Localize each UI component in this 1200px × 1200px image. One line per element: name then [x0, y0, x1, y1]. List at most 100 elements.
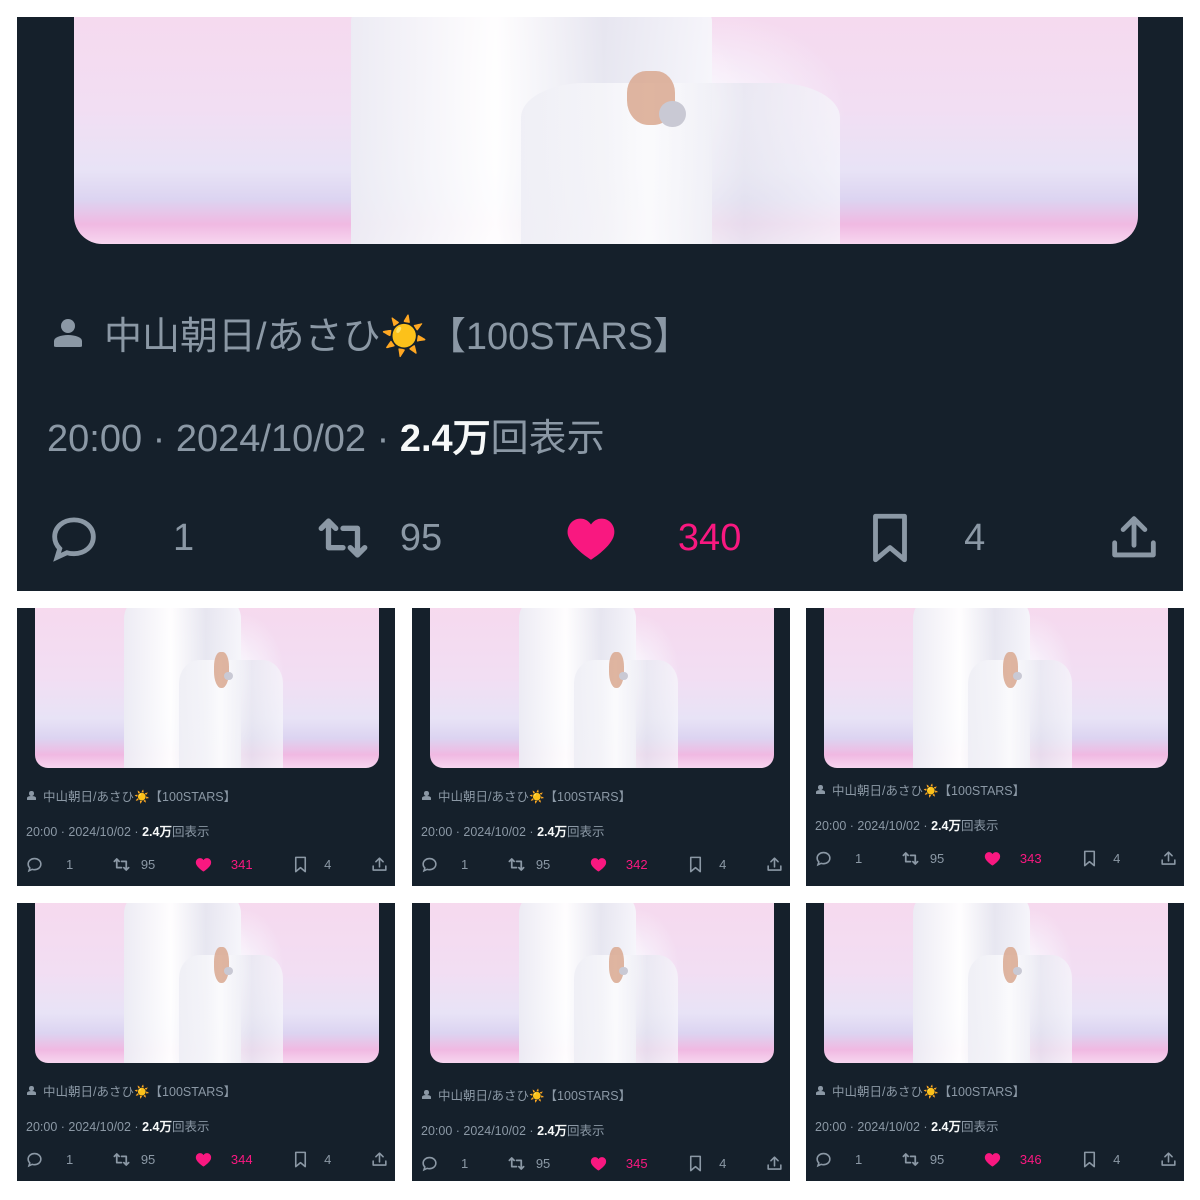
tweet-panel: 中山朝日/あさひ☀️【100STARS】 20:00 · 2024/10/02 ·…	[806, 903, 1184, 1181]
bookmark-button[interactable]: 4	[291, 855, 331, 874]
author-line[interactable]: 中山朝日/あさひ☀️【100STARS】	[27, 786, 236, 805]
bookmark-button[interactable]: 4	[1080, 1150, 1120, 1169]
like-button[interactable]: 341	[194, 855, 253, 874]
tweet-photo[interactable]	[35, 608, 379, 768]
retweet-button[interactable]: 95	[901, 1150, 944, 1169]
share-icon	[1159, 1150, 1178, 1169]
bookmark-button[interactable]: 4	[1080, 849, 1120, 868]
reply-bubble-icon	[814, 849, 833, 868]
tweet-date[interactable]: 2024/10/02	[857, 1120, 920, 1134]
heart-icon	[589, 1154, 608, 1173]
tweet-time[interactable]: 20:00	[421, 825, 452, 839]
like-button[interactable]: 346	[983, 1150, 1042, 1169]
reply-count: 1	[855, 851, 863, 866]
share-button[interactable]	[370, 855, 389, 874]
action-bar: 1 95 345 4	[420, 1150, 784, 1177]
author-line[interactable]: 中山朝日/あさひ☀️【100STARS】	[816, 780, 1025, 799]
reply-bubble-icon	[420, 1154, 439, 1173]
separator-dot: ·	[366, 418, 400, 460]
author-name[interactable]: 中山朝日/あさひ☀️【100STARS】	[832, 780, 1025, 799]
share-button[interactable]	[1159, 849, 1178, 868]
separator-dot: ·	[919, 1120, 932, 1134]
share-icon	[765, 1154, 784, 1173]
share-button[interactable]	[1159, 1150, 1178, 1169]
retweet-icon	[507, 855, 526, 874]
tweet-date[interactable]: 2024/10/02	[463, 1124, 526, 1138]
tweet-time[interactable]: 20:00	[815, 1120, 846, 1134]
tweet-date[interactable]: 2024/10/02	[68, 825, 131, 839]
retweet-button[interactable]: 95	[112, 1150, 155, 1169]
reply-button[interactable]: 1	[814, 849, 862, 868]
share-button[interactable]	[765, 1154, 784, 1173]
view-label: 回表示	[566, 1124, 605, 1138]
share-button[interactable]	[1105, 509, 1163, 567]
author-line[interactable]: 中山朝日/あさひ☀️【100STARS】	[54, 305, 691, 360]
cufflink-shape	[619, 671, 628, 681]
tweet-photo[interactable]	[824, 903, 1168, 1063]
tweet-photo[interactable]	[74, 17, 1138, 244]
reply-button[interactable]: 1	[814, 1150, 862, 1169]
action-bar: 1 95 341 4	[25, 851, 389, 878]
separator-dot: ·	[130, 825, 143, 839]
share-icon	[370, 855, 389, 874]
author-line[interactable]: 中山朝日/あさひ☀️【100STARS】	[422, 1085, 631, 1104]
tweet-time[interactable]: 20:00	[47, 418, 142, 460]
bookmark-icon	[1080, 849, 1099, 868]
author-line[interactable]: 中山朝日/あさひ☀️【100STARS】	[422, 786, 631, 805]
author-name[interactable]: 中山朝日/あさひ☀️【100STARS】	[43, 1081, 236, 1100]
share-icon	[370, 1150, 389, 1169]
author-name[interactable]: 中山朝日/あさひ☀️【100STARS】	[438, 1085, 631, 1104]
reply-button[interactable]: 1	[45, 509, 194, 567]
author-name[interactable]: 中山朝日/あさひ☀️【100STARS】	[438, 786, 631, 805]
action-bar: 1 95 340 4	[45, 505, 1163, 571]
tweet-date[interactable]: 2024/10/02	[176, 418, 366, 460]
reply-count: 1	[855, 1152, 863, 1167]
like-button[interactable]: 342	[589, 855, 648, 874]
retweet-button[interactable]: 95	[314, 509, 442, 567]
like-button[interactable]: 344	[194, 1150, 253, 1169]
author-name[interactable]: 中山朝日/あさひ☀️【100STARS】	[43, 786, 236, 805]
reply-count: 1	[66, 857, 74, 872]
tweet-date[interactable]: 2024/10/02	[857, 819, 920, 833]
retweet-button[interactable]: 95	[507, 855, 550, 874]
like-button[interactable]: 340	[562, 509, 741, 567]
author-name[interactable]: 中山朝日/あさひ☀️【100STARS】	[832, 1081, 1025, 1100]
like-count: 341	[230, 857, 253, 872]
tweet-time[interactable]: 20:00	[421, 1124, 452, 1138]
separator-dot: ·	[142, 418, 176, 460]
author-line[interactable]: 中山朝日/あさひ☀️【100STARS】	[27, 1081, 236, 1100]
timestamp-line: 20:00 · 2024/10/02 · 2.4万回表示	[815, 815, 998, 834]
tweet-date[interactable]: 2024/10/02	[463, 825, 526, 839]
tweet-photo[interactable]	[430, 608, 774, 768]
bookmark-button[interactable]: 4	[291, 1150, 331, 1169]
share-button[interactable]	[370, 1150, 389, 1169]
bookmark-button[interactable]: 4	[861, 509, 985, 567]
retweet-button[interactable]: 95	[507, 1154, 550, 1173]
reply-button[interactable]: 1	[25, 1150, 73, 1169]
tweet-time[interactable]: 20:00	[26, 825, 57, 839]
tweet-photo[interactable]	[35, 903, 379, 1063]
like-button[interactable]: 343	[983, 849, 1042, 868]
author-name[interactable]: 中山朝日/あさひ☀️【100STARS】	[104, 305, 691, 360]
retweet-count: 95	[535, 857, 551, 872]
reply-button[interactable]: 1	[420, 1154, 468, 1173]
tweet-date[interactable]: 2024/10/02	[68, 1120, 131, 1134]
retweet-button[interactable]: 95	[901, 849, 944, 868]
tweet-photo[interactable]	[430, 903, 774, 1063]
bookmark-count: 4	[964, 516, 986, 559]
bookmark-button[interactable]: 4	[686, 855, 726, 874]
tweet-time[interactable]: 20:00	[26, 1120, 57, 1134]
reply-button[interactable]: 1	[25, 855, 73, 874]
author-line[interactable]: 中山朝日/あさひ☀️【100STARS】	[816, 1081, 1025, 1100]
like-button[interactable]: 345	[589, 1154, 648, 1173]
cufflink-shape	[659, 100, 686, 128]
tweet-time[interactable]: 20:00	[815, 819, 846, 833]
view-label: 回表示	[490, 418, 605, 460]
bookmark-button[interactable]: 4	[686, 1154, 726, 1173]
reply-button[interactable]: 1	[420, 855, 468, 874]
retweet-button[interactable]: 95	[112, 855, 155, 874]
share-button[interactable]	[765, 855, 784, 874]
tweet-panel: 中山朝日/あさひ☀️【100STARS】 20:00 · 2024/10/02 ·…	[17, 903, 395, 1181]
separator-dot: ·	[452, 1124, 464, 1138]
tweet-photo[interactable]	[824, 608, 1168, 768]
